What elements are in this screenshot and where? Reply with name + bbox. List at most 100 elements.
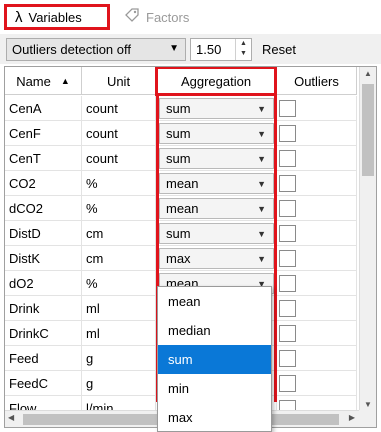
cell-outliers — [277, 171, 357, 195]
cell-outliers — [277, 271, 357, 295]
toolbar: Outliers detection off ▼ 1.50 ▲ ▼ Reset — [0, 34, 381, 64]
outliers-checkbox[interactable] — [279, 249, 296, 267]
threshold-value: 1.50 — [196, 42, 222, 57]
outliers-mode-select[interactable]: Outliers detection off ▼ — [6, 38, 186, 61]
aggregation-select[interactable]: sum ▼ — [159, 122, 274, 144]
tag-icon — [124, 7, 140, 27]
dropdown-option[interactable]: max — [158, 403, 271, 432]
aggregation-value: sum — [166, 100, 191, 116]
threshold-spinbox[interactable]: 1.50 ▲ ▼ — [190, 38, 252, 61]
outliers-checkbox[interactable] — [279, 199, 296, 217]
cell-name: dCO2 — [5, 196, 82, 220]
tab-factors-label: Factors — [146, 9, 190, 25]
dropdown-option[interactable]: median — [158, 316, 271, 345]
cell-unit: g — [82, 346, 156, 370]
lambda-icon: λ — [15, 8, 23, 26]
outliers-checkbox[interactable] — [279, 299, 296, 317]
cell-name: CenF — [5, 121, 82, 145]
aggregation-select[interactable]: mean ▼ — [159, 197, 274, 219]
spin-buttons: ▲ ▼ — [235, 39, 251, 60]
tab-factors[interactable]: Factors — [116, 4, 216, 30]
cell-unit: count — [82, 121, 156, 145]
outliers-checkbox[interactable] — [279, 124, 296, 142]
aggregation-value: mean — [166, 200, 199, 216]
cell-unit: cm — [82, 221, 156, 245]
cell-name: Feed — [5, 346, 82, 370]
aggregation-select[interactable]: mean ▼ — [159, 172, 274, 194]
spin-up-icon[interactable]: ▲ — [236, 39, 251, 49]
cell-name: dO2 — [5, 271, 82, 295]
aggregation-value: mean — [166, 175, 199, 191]
outliers-checkbox[interactable] — [279, 149, 296, 167]
header-name[interactable]: Name ▲ — [5, 67, 82, 95]
outliers-checkbox[interactable] — [279, 174, 296, 192]
outliers-checkbox[interactable] — [279, 349, 296, 367]
chevron-down-icon: ▼ — [257, 153, 266, 164]
cell-outliers — [277, 371, 357, 395]
cell-name: CenA — [5, 96, 82, 120]
chevron-down-icon: ▼ — [257, 228, 266, 239]
chevron-down-icon: ▼ — [257, 128, 266, 139]
chevron-down-icon: ▼ — [169, 43, 179, 54]
header-unit-label: Unit — [106, 73, 131, 89]
cell-outliers — [277, 296, 357, 320]
table-row[interactable]: dCO2% mean ▼ — [5, 196, 357, 221]
cell-aggregation: max ▼ — [156, 246, 277, 270]
aggregation-select[interactable]: sum ▼ — [159, 222, 274, 244]
scroll-up-icon[interactable]: ▲ — [364, 69, 372, 78]
header-unit[interactable]: Unit — [82, 67, 156, 95]
table-row[interactable]: CenT count sum ▼ — [5, 146, 357, 171]
vertical-scrollbar[interactable]: ▲ ▼ — [359, 67, 376, 411]
vertical-scroll-thumb[interactable] — [362, 84, 374, 176]
outliers-checkbox[interactable] — [279, 374, 296, 392]
cell-unit: count — [82, 146, 156, 170]
aggregation-select[interactable]: sum ▼ — [159, 97, 274, 119]
cell-unit: % — [82, 271, 156, 295]
spin-down-icon[interactable]: ▼ — [236, 49, 251, 59]
header-outliers[interactable]: Outliers — [277, 67, 357, 95]
cell-name: DistK — [5, 246, 82, 270]
aggregation-dropdown-list[interactable]: mean median sum min max — [157, 286, 272, 432]
outliers-checkbox[interactable] — [279, 99, 296, 117]
cell-outliers — [277, 121, 357, 145]
aggregation-value: max — [166, 250, 191, 266]
tab-bar: λ Variables Factors — [0, 0, 381, 34]
scroll-corner — [359, 410, 376, 427]
scroll-down-icon[interactable]: ▼ — [364, 400, 372, 409]
aggregation-select[interactable]: sum ▼ — [159, 147, 274, 169]
outliers-checkbox[interactable] — [279, 224, 296, 242]
header-aggregation[interactable]: Aggregation — [155, 67, 277, 96]
scroll-left-icon[interactable]: ◀ — [8, 413, 14, 422]
cell-unit: ml — [82, 296, 156, 320]
dropdown-option[interactable]: sum — [158, 345, 271, 374]
cell-aggregation: mean ▼ — [156, 196, 277, 220]
cell-unit: count — [82, 96, 156, 120]
dropdown-option[interactable]: min — [158, 374, 271, 403]
scroll-right-icon[interactable]: ▶ — [349, 413, 355, 422]
table-row[interactable]: CO2% mean ▼ — [5, 171, 357, 196]
cell-outliers — [277, 246, 357, 270]
cell-unit: ml — [82, 321, 156, 345]
cell-name: DrinkC — [5, 321, 82, 345]
dropdown-option[interactable]: mean — [158, 287, 271, 316]
cell-unit: % — [82, 171, 156, 195]
cell-outliers — [277, 346, 357, 370]
header-name-label: Name — [16, 73, 51, 89]
table-row[interactable]: CenF count sum ▼ — [5, 121, 357, 146]
tab-variables[interactable]: λ Variables — [4, 4, 110, 30]
cell-aggregation: sum ▼ — [156, 121, 277, 145]
cell-name: DistD — [5, 221, 82, 245]
table-row[interactable]: DistD cm sum ▼ — [5, 221, 357, 246]
reset-button[interactable]: Reset — [262, 38, 296, 61]
tab-variables-label: Variables — [28, 9, 82, 25]
highlight-box — [155, 67, 277, 96]
header-outliers-label: Outliers — [294, 73, 339, 89]
table-row[interactable]: CenA count sum ▼ — [5, 96, 357, 121]
aggregation-select[interactable]: max ▼ — [159, 247, 274, 269]
outliers-checkbox[interactable] — [279, 274, 296, 292]
aggregation-value: sum — [166, 125, 191, 141]
outliers-checkbox[interactable] — [279, 324, 296, 342]
cell-aggregation: sum ▼ — [156, 221, 277, 245]
table-row[interactable]: DistK cm max ▼ — [5, 246, 357, 271]
cell-outliers — [277, 196, 357, 220]
